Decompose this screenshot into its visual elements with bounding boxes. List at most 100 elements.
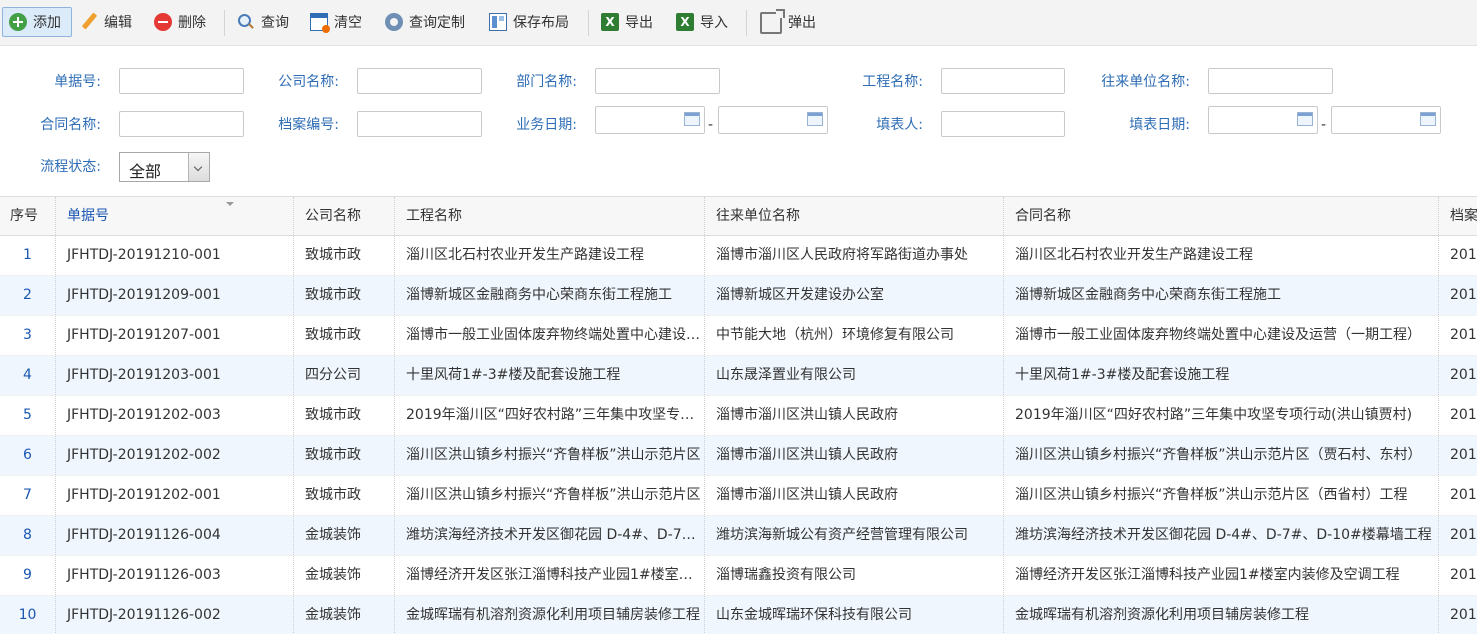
cell-project: 淄博新城区金融商务中心荣商东街工程施工 bbox=[395, 276, 705, 315]
excel-import-icon bbox=[676, 13, 694, 31]
column-header-archive[interactable]: 档案 bbox=[1439, 197, 1477, 235]
edit-button-label: 编辑 bbox=[104, 15, 132, 31]
popout-button-label: 弹出 bbox=[788, 15, 816, 31]
table-row[interactable]: 10 JFHTDJ-20191126-002 金城装饰 金城晖瑞有机溶剂资源化利用项目… bbox=[0, 596, 1477, 634]
cell-seq: 8 bbox=[0, 516, 56, 555]
table-row[interactable]: 5 JFHTDJ-20191202-003 致城市政 2019年淄川区“四好农村路”三… bbox=[0, 396, 1477, 436]
cell-seq: 1 bbox=[0, 236, 56, 275]
company-input[interactable] bbox=[357, 68, 482, 94]
cell-company: 致城市政 bbox=[294, 396, 395, 435]
import-button[interactable]: 导入 bbox=[676, 7, 728, 37]
column-header-doc-no-label: 单据号 bbox=[67, 208, 109, 224]
cell-archive: 2019 bbox=[1439, 276, 1477, 315]
save-layout-button[interactable]: 保存布局 bbox=[489, 7, 569, 37]
clear-button[interactable]: 清空 bbox=[310, 7, 362, 37]
partner-label: 往来单位名称: bbox=[1101, 74, 1190, 90]
cell-partner: 中节能大地（杭州）环境修复有限公司 bbox=[705, 316, 1004, 355]
project-input[interactable] bbox=[941, 68, 1065, 94]
add-button-label: 添加 bbox=[33, 15, 61, 31]
flow-status-value: 全部 bbox=[129, 162, 162, 181]
doc-no-input[interactable] bbox=[119, 68, 244, 94]
data-grid: 序号 单据号 公司名称 工程名称 往来单位名称 合同名称 档案 1 JFHTDJ-… bbox=[0, 196, 1477, 634]
query-custom-button[interactable]: 查询定制 bbox=[385, 7, 465, 37]
calendar-icon[interactable] bbox=[684, 112, 700, 126]
delete-button-label: 删除 bbox=[178, 15, 206, 31]
cell-contract: 淄川区洪山镇乡村振兴“齐鲁样板”洪山示范片区（贾石村、东村） bbox=[1004, 436, 1439, 475]
cell-doc-no: JFHTDJ-20191202-002 bbox=[56, 436, 294, 475]
cell-project: 淄博经济开发区张江淄博科技产业园1#楼室内装修 bbox=[395, 556, 705, 595]
cell-archive: 2019 bbox=[1439, 476, 1477, 515]
table-row[interactable]: 3 JFHTDJ-20191207-001 致城市政 淄博市一般工业固体废弃物终端处置… bbox=[0, 316, 1477, 356]
table-row[interactable]: 8 JFHTDJ-20191126-004 金城装饰 潍坊滨海经济技术开发区御花园 D… bbox=[0, 516, 1477, 556]
table-row[interactable]: 6 JFHTDJ-20191202-002 致城市政 淄川区洪山镇乡村振兴“齐鲁样板”… bbox=[0, 436, 1477, 476]
cell-project: 潍坊滨海经济技术开发区御花园 D-4#、D-7#楼 bbox=[395, 516, 705, 555]
cell-partner: 山东晟泽置业有限公司 bbox=[705, 356, 1004, 395]
query-button[interactable]: 查询 bbox=[237, 7, 289, 37]
archive-no-input[interactable] bbox=[357, 111, 482, 137]
grid-header: 序号 单据号 公司名称 工程名称 往来单位名称 合同名称 档案 bbox=[0, 196, 1477, 236]
cell-archive: 2019 bbox=[1439, 316, 1477, 355]
table-row[interactable]: 1 JFHTDJ-20191210-001 致城市政 淄川区北石村农业开发生产路建设工… bbox=[0, 236, 1477, 276]
cell-contract: 淄博市一般工业固体废弃物终端处置中心建设及运营（一期工程） bbox=[1004, 316, 1439, 355]
popout-button[interactable]: 弹出 bbox=[760, 7, 816, 37]
add-button[interactable]: 添加 bbox=[2, 7, 72, 37]
cell-partner: 淄博瑞鑫投资有限公司 bbox=[705, 556, 1004, 595]
cell-doc-no: JFHTDJ-20191203-001 bbox=[56, 356, 294, 395]
column-header-doc-no[interactable]: 单据号 bbox=[56, 197, 294, 235]
column-header-seq[interactable]: 序号 bbox=[0, 197, 56, 235]
cell-contract: 金城晖瑞有机溶剂资源化利用项目辅房装修工程 bbox=[1004, 596, 1439, 634]
import-button-label: 导入 bbox=[700, 15, 728, 31]
cell-doc-no: JFHTDJ-20191202-001 bbox=[56, 476, 294, 515]
chevron-down-icon[interactable] bbox=[188, 153, 209, 181]
contract-input[interactable] bbox=[119, 111, 244, 137]
cell-partner: 淄博市淄川区人民政府将军路街道办事处 bbox=[705, 236, 1004, 275]
column-header-partner[interactable]: 往来单位名称 bbox=[705, 197, 1004, 235]
calendar-icon[interactable] bbox=[807, 112, 823, 126]
cell-archive: 2019 bbox=[1439, 396, 1477, 435]
cell-project: 十里风荷1#-3#楼及配套设施工程 bbox=[395, 356, 705, 395]
date-range-separator: - bbox=[1321, 117, 1327, 133]
cell-seq: 2 bbox=[0, 276, 56, 315]
table-row[interactable]: 7 JFHTDJ-20191202-001 致城市政 淄川区洪山镇乡村振兴“齐鲁样板”… bbox=[0, 476, 1477, 516]
cell-company: 致城市政 bbox=[294, 276, 395, 315]
flow-status-label: 流程状态: bbox=[40, 159, 101, 175]
cell-company: 致城市政 bbox=[294, 236, 395, 275]
filler-input[interactable] bbox=[941, 111, 1065, 137]
cell-project: 金城晖瑞有机溶剂资源化利用项目辅房装修工程 bbox=[395, 596, 705, 634]
calendar-icon[interactable] bbox=[1297, 112, 1313, 126]
table-row[interactable]: 4 JFHTDJ-20191203-001 四分公司 十里风荷1#-3#楼及配套设施工… bbox=[0, 356, 1477, 396]
cell-doc-no: JFHTDJ-20191207-001 bbox=[56, 316, 294, 355]
edit-button[interactable]: 编辑 bbox=[80, 7, 132, 37]
export-button[interactable]: 导出 bbox=[601, 7, 653, 37]
doc-no-label: 单据号: bbox=[54, 74, 101, 90]
cell-seq: 3 bbox=[0, 316, 56, 355]
calendar-icon[interactable] bbox=[1420, 112, 1436, 126]
cell-company: 金城装饰 bbox=[294, 516, 395, 555]
cell-seq: 9 bbox=[0, 556, 56, 595]
cell-seq: 6 bbox=[0, 436, 56, 475]
toolbar-divider bbox=[224, 10, 225, 36]
cell-contract: 潍坊滨海经济技术开发区御花园 D-4#、D-7#、D-10#楼幕墙工程 bbox=[1004, 516, 1439, 555]
flow-status-select[interactable]: 全部 bbox=[119, 152, 210, 182]
cell-archive: 2019 bbox=[1439, 236, 1477, 275]
cell-company: 金城装饰 bbox=[294, 596, 395, 634]
cell-company: 致城市政 bbox=[294, 476, 395, 515]
column-header-project[interactable]: 工程名称 bbox=[395, 197, 705, 235]
cell-doc-no: JFHTDJ-20191210-001 bbox=[56, 236, 294, 275]
column-header-contract[interactable]: 合同名称 bbox=[1004, 197, 1439, 235]
cell-archive: 2019 bbox=[1439, 596, 1477, 634]
filler-label: 填表人: bbox=[876, 117, 923, 133]
query-button-label: 查询 bbox=[261, 15, 289, 31]
column-header-company[interactable]: 公司名称 bbox=[294, 197, 395, 235]
project-label: 工程名称: bbox=[862, 74, 923, 90]
delete-button[interactable]: 删除 bbox=[154, 7, 206, 37]
table-row[interactable]: 9 JFHTDJ-20191126-003 金城装饰 淄博经济开发区张江淄博科技产业园… bbox=[0, 556, 1477, 596]
toolbar-divider bbox=[588, 10, 589, 36]
cell-doc-no: JFHTDJ-20191126-004 bbox=[56, 516, 294, 555]
department-input[interactable] bbox=[595, 68, 720, 94]
cell-project: 淄博市一般工业固体废弃物终端处置中心建设及运营 bbox=[395, 316, 705, 355]
pencil-icon bbox=[80, 13, 98, 31]
company-label: 公司名称: bbox=[278, 74, 339, 90]
partner-input[interactable] bbox=[1208, 68, 1333, 94]
table-row[interactable]: 2 JFHTDJ-20191209-001 致城市政 淄博新城区金融商务中心荣商东街工… bbox=[0, 276, 1477, 316]
